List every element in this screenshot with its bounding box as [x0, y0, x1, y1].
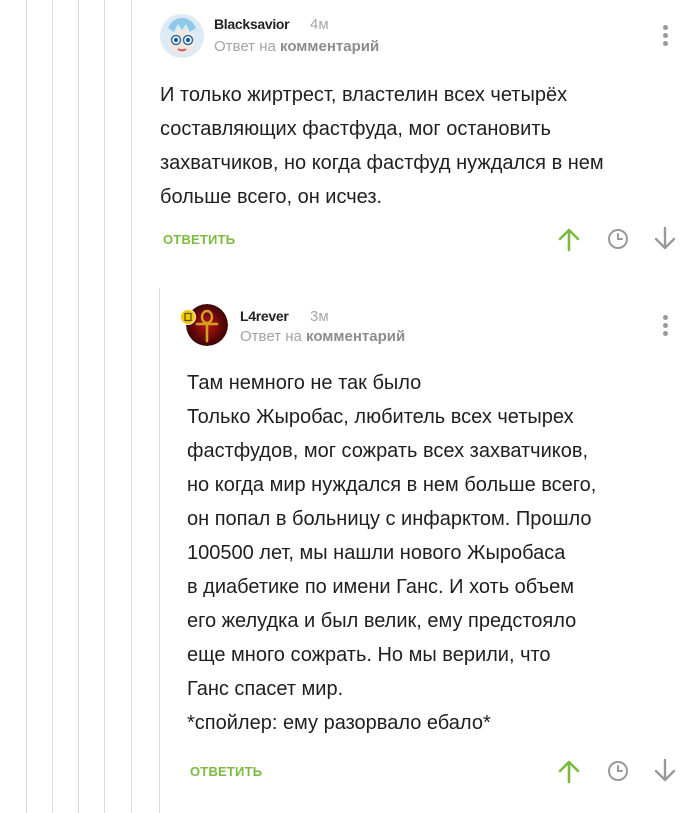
reply-prefix: Ответ на: [214, 38, 276, 55]
comment-time: 4м: [310, 16, 329, 33]
author-name[interactable]: L4rever: [240, 308, 289, 324]
comment-time: 3м: [310, 308, 329, 325]
reply-target-link[interactable]: комментарий: [280, 38, 379, 55]
more-vertical-icon[interactable]: [655, 22, 675, 50]
reply-to: Ответ на комментарий: [240, 328, 405, 345]
comment: Blacksavior 4м Ответ на комментарий И то…: [0, 0, 700, 270]
reply-button[interactable]: ОТВЕТИТЬ: [163, 232, 235, 247]
badge-icon: [180, 309, 196, 325]
avatar[interactable]: [160, 14, 204, 58]
reply-to: Ответ на комментарий: [214, 38, 379, 55]
more-vertical-icon[interactable]: [655, 312, 675, 340]
arrow-down-icon[interactable]: [652, 758, 678, 784]
reply-prefix: Ответ на: [240, 328, 302, 345]
arrow-up-icon[interactable]: [556, 226, 582, 252]
comment-text: Там немного не так было Только Жыробас, …: [187, 372, 597, 734]
comment: L4rever 3м Ответ на комментарий Там немн…: [0, 290, 700, 813]
clock-icon[interactable]: [605, 226, 631, 252]
reply-button[interactable]: ОТВЕТИТЬ: [190, 764, 262, 779]
clock-icon[interactable]: [605, 758, 631, 784]
author-name[interactable]: Blacksavior: [214, 16, 290, 32]
reply-target-link[interactable]: комментарий: [306, 328, 405, 345]
arrow-down-icon[interactable]: [652, 226, 678, 252]
comment-text: И только жиртрест, властелин всех четырё…: [160, 84, 604, 208]
arrow-up-icon[interactable]: [556, 758, 582, 784]
